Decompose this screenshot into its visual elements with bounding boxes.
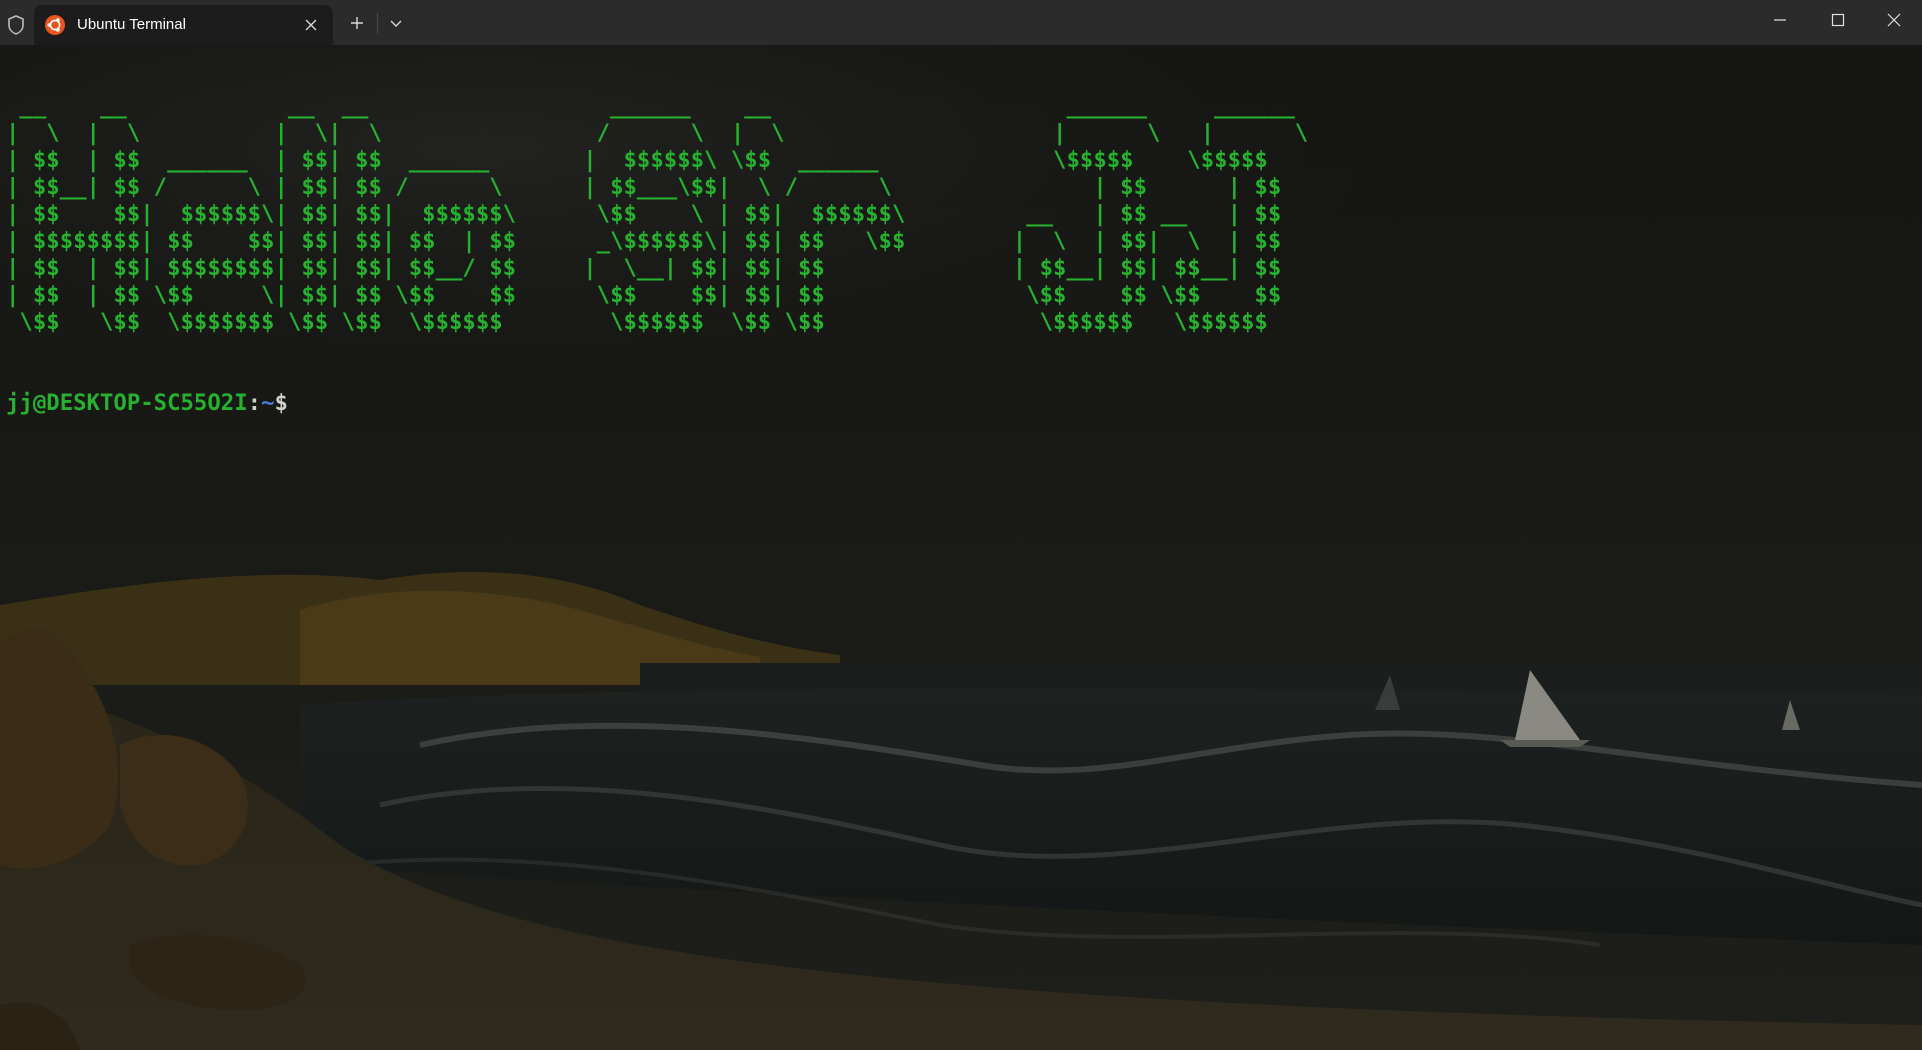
close-icon — [1887, 13, 1901, 27]
ascii-art-banner: __ __ __ __ ______ __ ______ ______ | \ … — [6, 93, 1308, 336]
banner-line: | \ | \ | \| \ / \ | \ | \ | \ — [6, 120, 1309, 146]
banner-line: | $$ $$| $$$$$$\| $$| $$| $$$$$$\ \$$ \ … — [6, 201, 1282, 227]
terminal-window: Ubuntu Terminal __ __ __ __ ______ __ __… — [0, 0, 1922, 1050]
chevron-down-icon[interactable] — [388, 15, 404, 31]
minimize-button[interactable] — [1752, 0, 1808, 40]
prompt-user-host: jj@DESKTOP-SC55O2I — [6, 390, 248, 416]
terminal-pane[interactable]: __ __ __ __ ______ __ ______ ______ | \ … — [0, 45, 1922, 1050]
banner-line: __ __ __ __ ______ __ ______ ______ — [6, 93, 1309, 119]
minimize-icon — [1774, 19, 1786, 21]
banner-line: | $$ | $$ \$$ \| $$| $$ \$$ $$ \$$ $$| $… — [6, 282, 1282, 308]
new-tab-icon[interactable] — [349, 15, 365, 31]
shell-prompt[interactable]: jj@DESKTOP-SC55O2I:~$ — [6, 390, 1308, 417]
shield-icon — [8, 15, 24, 35]
close-tab-icon[interactable] — [303, 17, 319, 33]
ubuntu-logo-icon — [45, 15, 65, 35]
title-bar[interactable]: Ubuntu Terminal — [0, 0, 1922, 45]
terminal-output: __ __ __ __ ______ __ ______ ______ | \ … — [6, 93, 1308, 417]
prompt-symbol: $ — [274, 390, 288, 416]
maximize-icon — [1831, 13, 1845, 27]
close-window-button[interactable] — [1866, 0, 1922, 40]
banner-line: | $$ | $$| $$$$$$$$| $$| $$| $$__/ $$ | … — [6, 255, 1282, 281]
banner-line: | $$__| $$ / \ | $$| $$ / \ | $$___\$$| … — [6, 174, 1282, 200]
toolbar-divider — [377, 13, 378, 33]
prompt-separator: : — [247, 390, 262, 416]
banner-line: \$$ \$$ \$$$$$$$ \$$ \$$ \$$$$$$ \$$$$$$… — [6, 309, 1282, 335]
banner-line: | $$ | $$ ______ | $$| $$ ______ | $$$$$… — [6, 147, 1268, 173]
banner-line: | $$$$$$$$| $$ $$| $$| $$| $$ | $$ _\$$$… — [6, 228, 1282, 254]
tab-title: Ubuntu Terminal — [77, 16, 186, 33]
tab-ubuntu-terminal[interactable]: Ubuntu Terminal — [34, 5, 333, 45]
maximize-button[interactable] — [1810, 0, 1866, 40]
prompt-path: ~ — [261, 390, 275, 416]
